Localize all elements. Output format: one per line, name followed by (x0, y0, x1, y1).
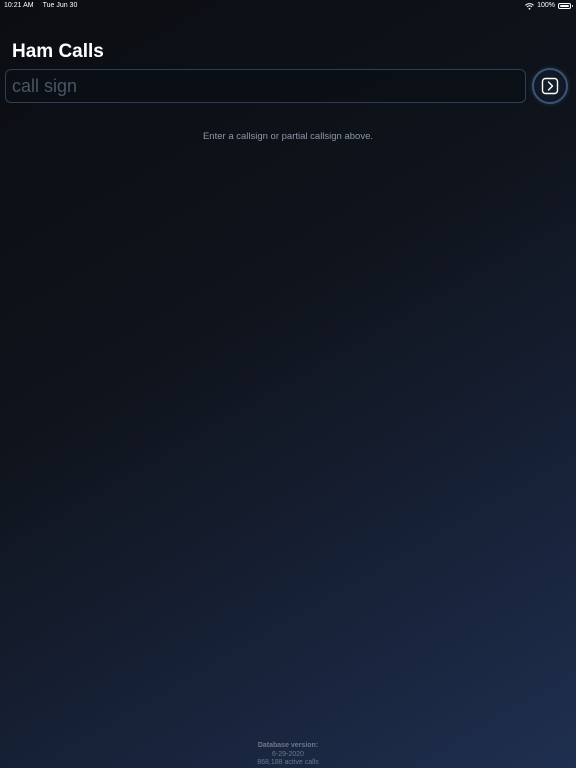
database-version-label: Database version: (257, 742, 319, 749)
status-left: 10:21 AM Tue Jun 30 (4, 0, 77, 12)
search-go-button[interactable] (532, 68, 568, 104)
database-version-date: 6-29-2020 (272, 750, 304, 758)
database-info: Database version: 6-29-2020 868,188 acti… (0, 742, 576, 768)
status-date: Tue Jun 30 (42, 2, 78, 9)
status-time: 10:21 AM (4, 2, 34, 9)
battery-percent: 100% (537, 2, 555, 9)
battery-icon (558, 3, 573, 9)
active-calls-count: 868,188 active calls (257, 759, 319, 766)
battery-fill (560, 5, 569, 7)
callsign-search-input[interactable] (5, 69, 526, 103)
chevron-right-icon (541, 77, 559, 95)
status-right: 100% (525, 0, 573, 12)
status-bar: 10:21 AM Tue Jun 30 100% (0, 0, 576, 12)
page-title: Ham Calls (12, 41, 104, 62)
hint-text: Enter a callsign or partial callsign abo… (202, 131, 374, 142)
wifi-icon (525, 2, 534, 10)
